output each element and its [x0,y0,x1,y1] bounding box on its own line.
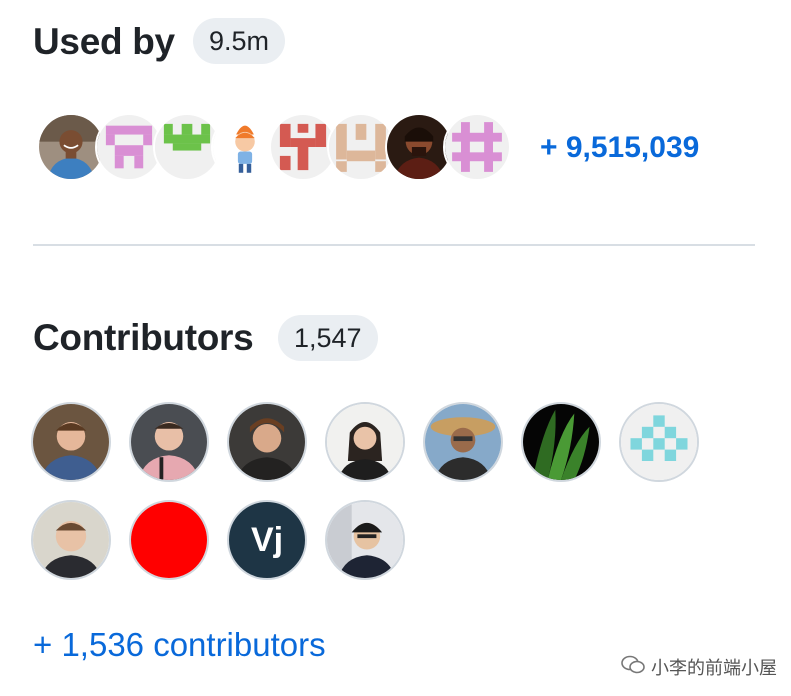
avatar[interactable] [227,402,307,482]
used-by-count-badge: 9.5m [193,18,286,64]
avatar[interactable] [325,500,405,580]
identicon[interactable] [443,113,511,181]
used-by-title[interactable]: Used by [33,20,175,64]
avatar[interactable] [31,402,111,482]
avatar[interactable] [423,402,503,482]
avatar[interactable]: Vj [227,500,307,580]
avatar[interactable] [129,500,209,580]
wechat-icon [621,655,645,680]
avatar[interactable] [31,500,111,580]
avatar[interactable] [521,402,601,482]
section-divider [33,244,755,246]
contributors-title[interactable]: Contributors [33,316,254,360]
contributors-count-badge: 1,547 [278,315,378,361]
watermark-text: 小李的前端小屋 [651,658,777,678]
identicon[interactable] [619,402,699,482]
avatar[interactable] [325,402,405,482]
contributors-more-link[interactable]: + 1,536 contributors [33,624,326,666]
avatar-initials: Vj [250,520,284,559]
watermark: 小李的前端小屋 [621,654,777,680]
avatar[interactable] [129,402,209,482]
used-by-more-link[interactable]: + 9,515,039 [540,128,699,168]
